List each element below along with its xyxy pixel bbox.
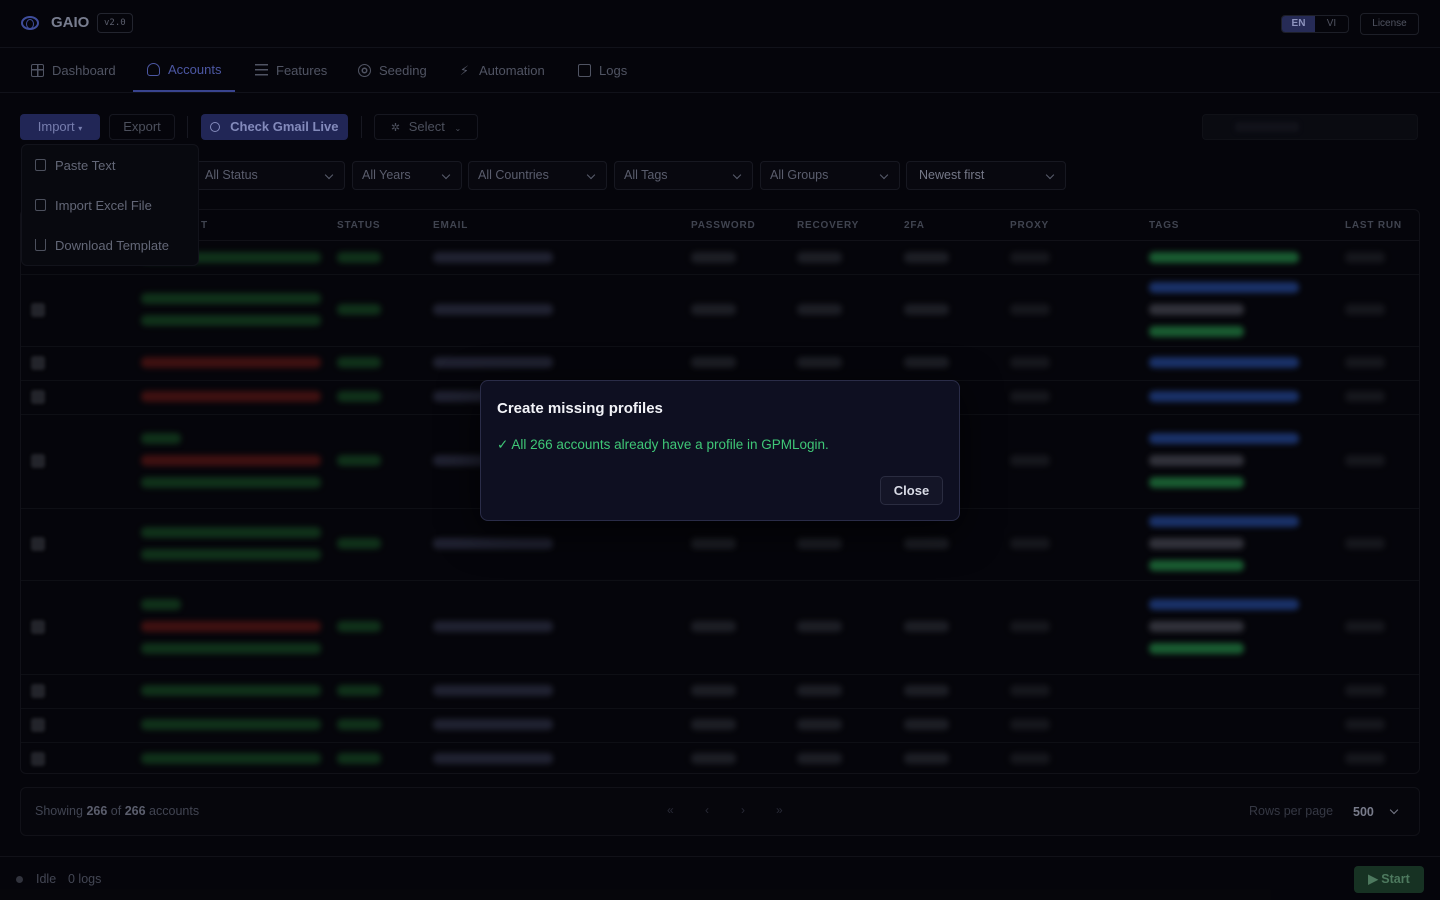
- dialog-message: ✓ All 266 accounts already have a profil…: [497, 437, 829, 452]
- create-profiles-dialog: Create missing profiles ✓ All 266 accoun…: [480, 380, 960, 521]
- close-button[interactable]: Close: [880, 476, 943, 505]
- dialog-title: Create missing profiles: [497, 400, 663, 417]
